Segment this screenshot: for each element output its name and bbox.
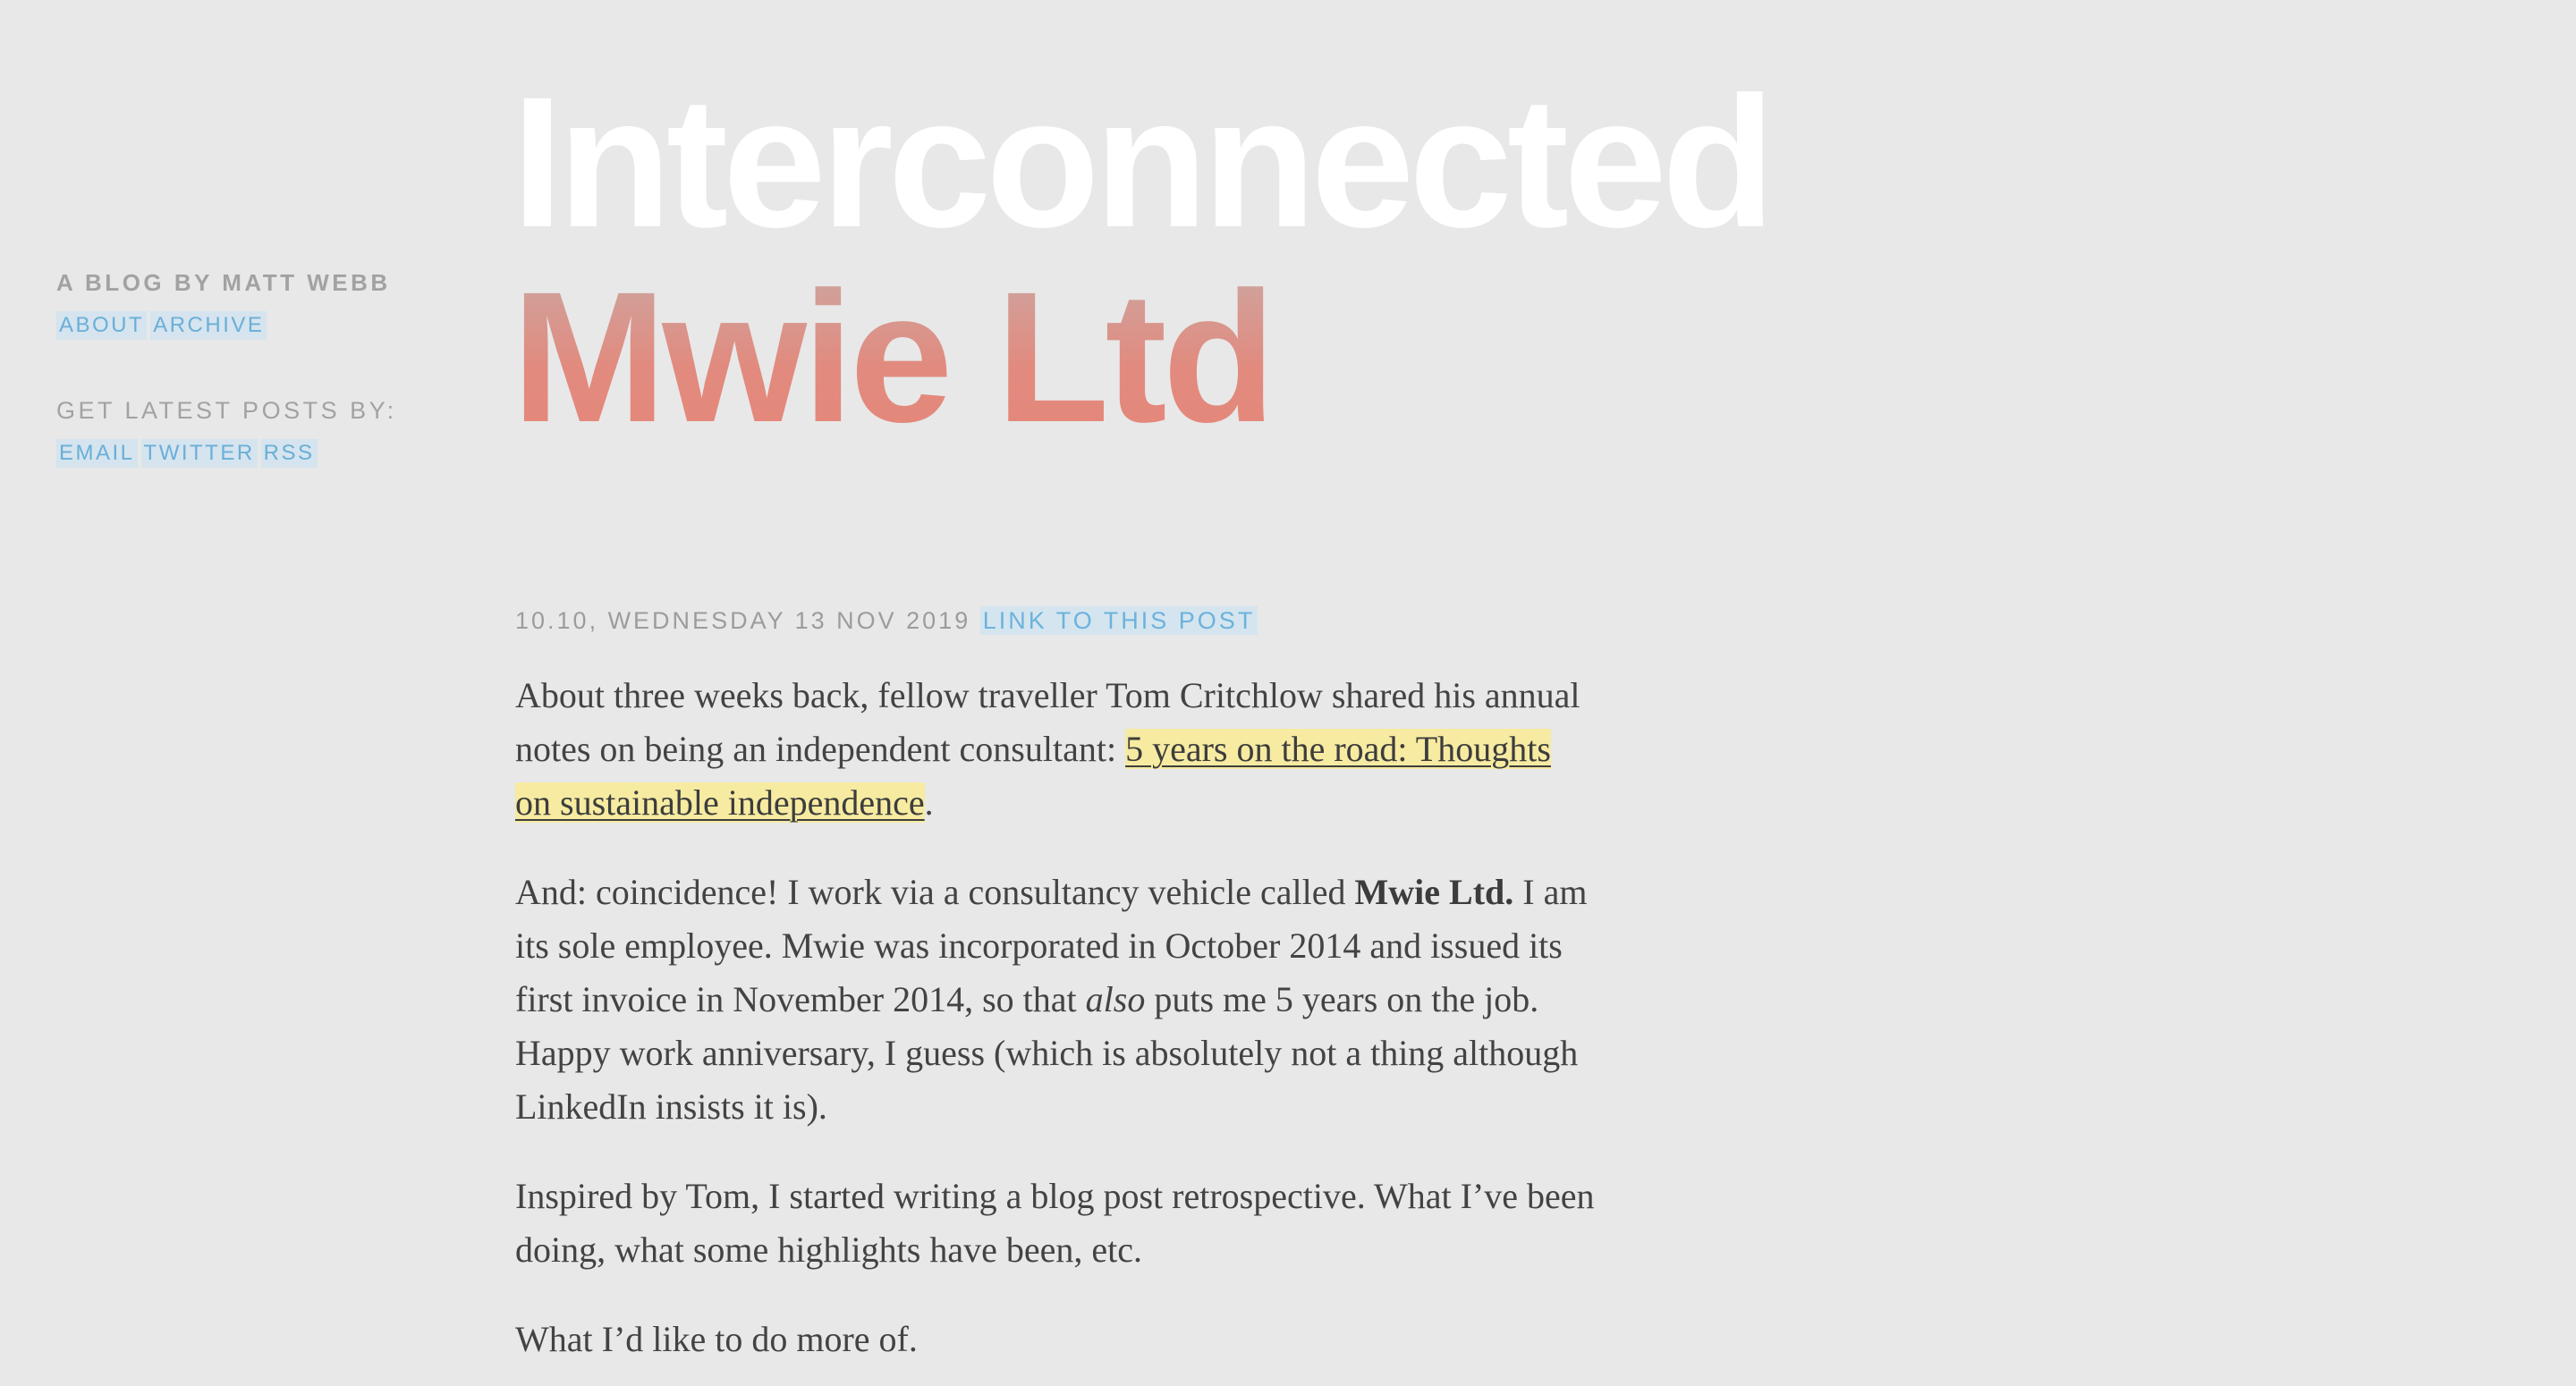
post-title: Mwie Ltd: [512, 250, 1276, 465]
subscribe-link-email[interactable]: EMAIL: [56, 439, 138, 468]
blog-title[interactable]: Interconnected: [512, 55, 1775, 270]
paragraph-1-end: .: [924, 782, 934, 823]
paragraph-3: Inspired by Tom, I started writing a blo…: [515, 1176, 1595, 1270]
sidebar-nav: ABOUT ARCHIVE: [56, 311, 432, 344]
subscribe-link-rss[interactable]: RSS: [260, 439, 318, 468]
subscribe-links: EMAIL TWITTER RSS: [56, 439, 432, 472]
company-name: Mwie Ltd.: [1354, 872, 1514, 912]
sidebar: A BLOG BY MATT WEBB ABOUT ARCHIVE GET LAT…: [56, 265, 432, 472]
blog-byline: A BLOG BY MATT WEBB: [56, 269, 391, 296]
permalink-link[interactable]: LINK TO THIS POST: [979, 606, 1258, 635]
post-meta: 10.10, WEDNESDAY 13 NOV 2019 LINK TO THI…: [515, 603, 1258, 638]
emphasis-also: also: [1085, 979, 1146, 1019]
nav-link-about[interactable]: ABOUT: [56, 311, 148, 340]
paragraph-1: About three weeks back, fellow traveller…: [515, 669, 1589, 830]
subscribe-link-twitter[interactable]: TWITTER: [140, 439, 258, 468]
paragraph-2-text-start: And: coincidence! I work via a consultan…: [515, 872, 1355, 912]
paragraph-2: And: coincidence! I work via a consultan…: [515, 866, 1624, 1134]
nav-link-archive[interactable]: ARCHIVE: [150, 311, 267, 340]
paragraph-4: What I’d like to do more of.: [515, 1319, 918, 1359]
post-date: 10.10, WEDNESDAY 13 NOV 2019: [515, 607, 971, 634]
subscribe-heading: GET LATEST POSTS BY:: [56, 397, 397, 424]
post-body: About three weeks back, fellow traveller…: [515, 669, 1624, 1386]
